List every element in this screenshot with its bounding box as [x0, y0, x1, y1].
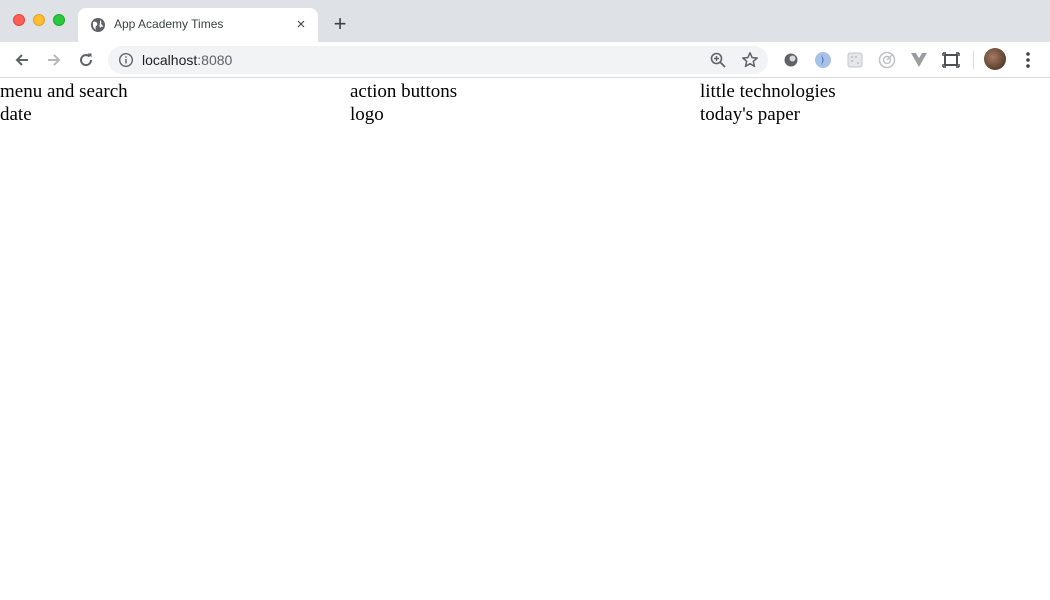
close-window-button[interactable]: [13, 14, 25, 26]
arrow-left-icon: [15, 54, 28, 66]
placeholder-grid: menu and search action buttons little te…: [0, 79, 1050, 126]
bookmark-star-icon[interactable]: [741, 51, 759, 69]
close-tab-icon[interactable]: ×: [292, 16, 310, 34]
zoom-icon[interactable]: [709, 51, 727, 69]
toolbar-divider: [973, 51, 974, 69]
back-button[interactable]: [10, 48, 34, 72]
extension-blue-icon[interactable]: [814, 51, 832, 69]
more-options-icon[interactable]: [1018, 50, 1038, 70]
new-tab-button[interactable]: +: [329, 13, 351, 36]
little-technologies-placeholder: little technologies: [700, 81, 836, 102]
address-bar[interactable]: localhost:8080: [108, 46, 768, 74]
browser-toolbar: localhost:8080: [0, 42, 1050, 78]
info-icon[interactable]: [118, 52, 134, 68]
action-buttons-placeholder: action buttons: [350, 81, 458, 102]
date-placeholder: date: [0, 104, 32, 125]
page-viewport: menu and search action buttons little te…: [0, 79, 1050, 600]
reload-icon: [80, 53, 93, 67]
minimize-window-button[interactable]: [33, 14, 45, 26]
arrow-right-icon: [48, 54, 61, 66]
screenshot-frame-icon[interactable]: [942, 51, 960, 69]
profile-avatar[interactable]: [984, 48, 1006, 70]
title-bar: App Academy Times × +: [0, 0, 1050, 42]
maximize-window-button[interactable]: [53, 14, 65, 26]
extension-grid-icon[interactable]: [846, 51, 864, 69]
menu-and-search-placeholder: menu and search: [0, 81, 128, 102]
extension-circle-icon[interactable]: [782, 51, 800, 69]
globe-icon: [91, 18, 105, 32]
todays-paper-placeholder: today's paper: [700, 104, 800, 125]
browser-tab[interactable]: App Academy Times ×: [78, 8, 318, 42]
extension-target-icon[interactable]: [878, 51, 896, 69]
logo-placeholder: logo: [350, 104, 384, 125]
tab-title: App Academy Times: [114, 17, 224, 31]
reload-button[interactable]: [74, 48, 98, 72]
url-port: :8080: [197, 52, 233, 68]
forward-button[interactable]: [42, 48, 66, 72]
extension-vue-icon[interactable]: [910, 51, 928, 69]
url-host: localhost: [142, 52, 198, 68]
url-text[interactable]: localhost:8080: [142, 52, 232, 68]
